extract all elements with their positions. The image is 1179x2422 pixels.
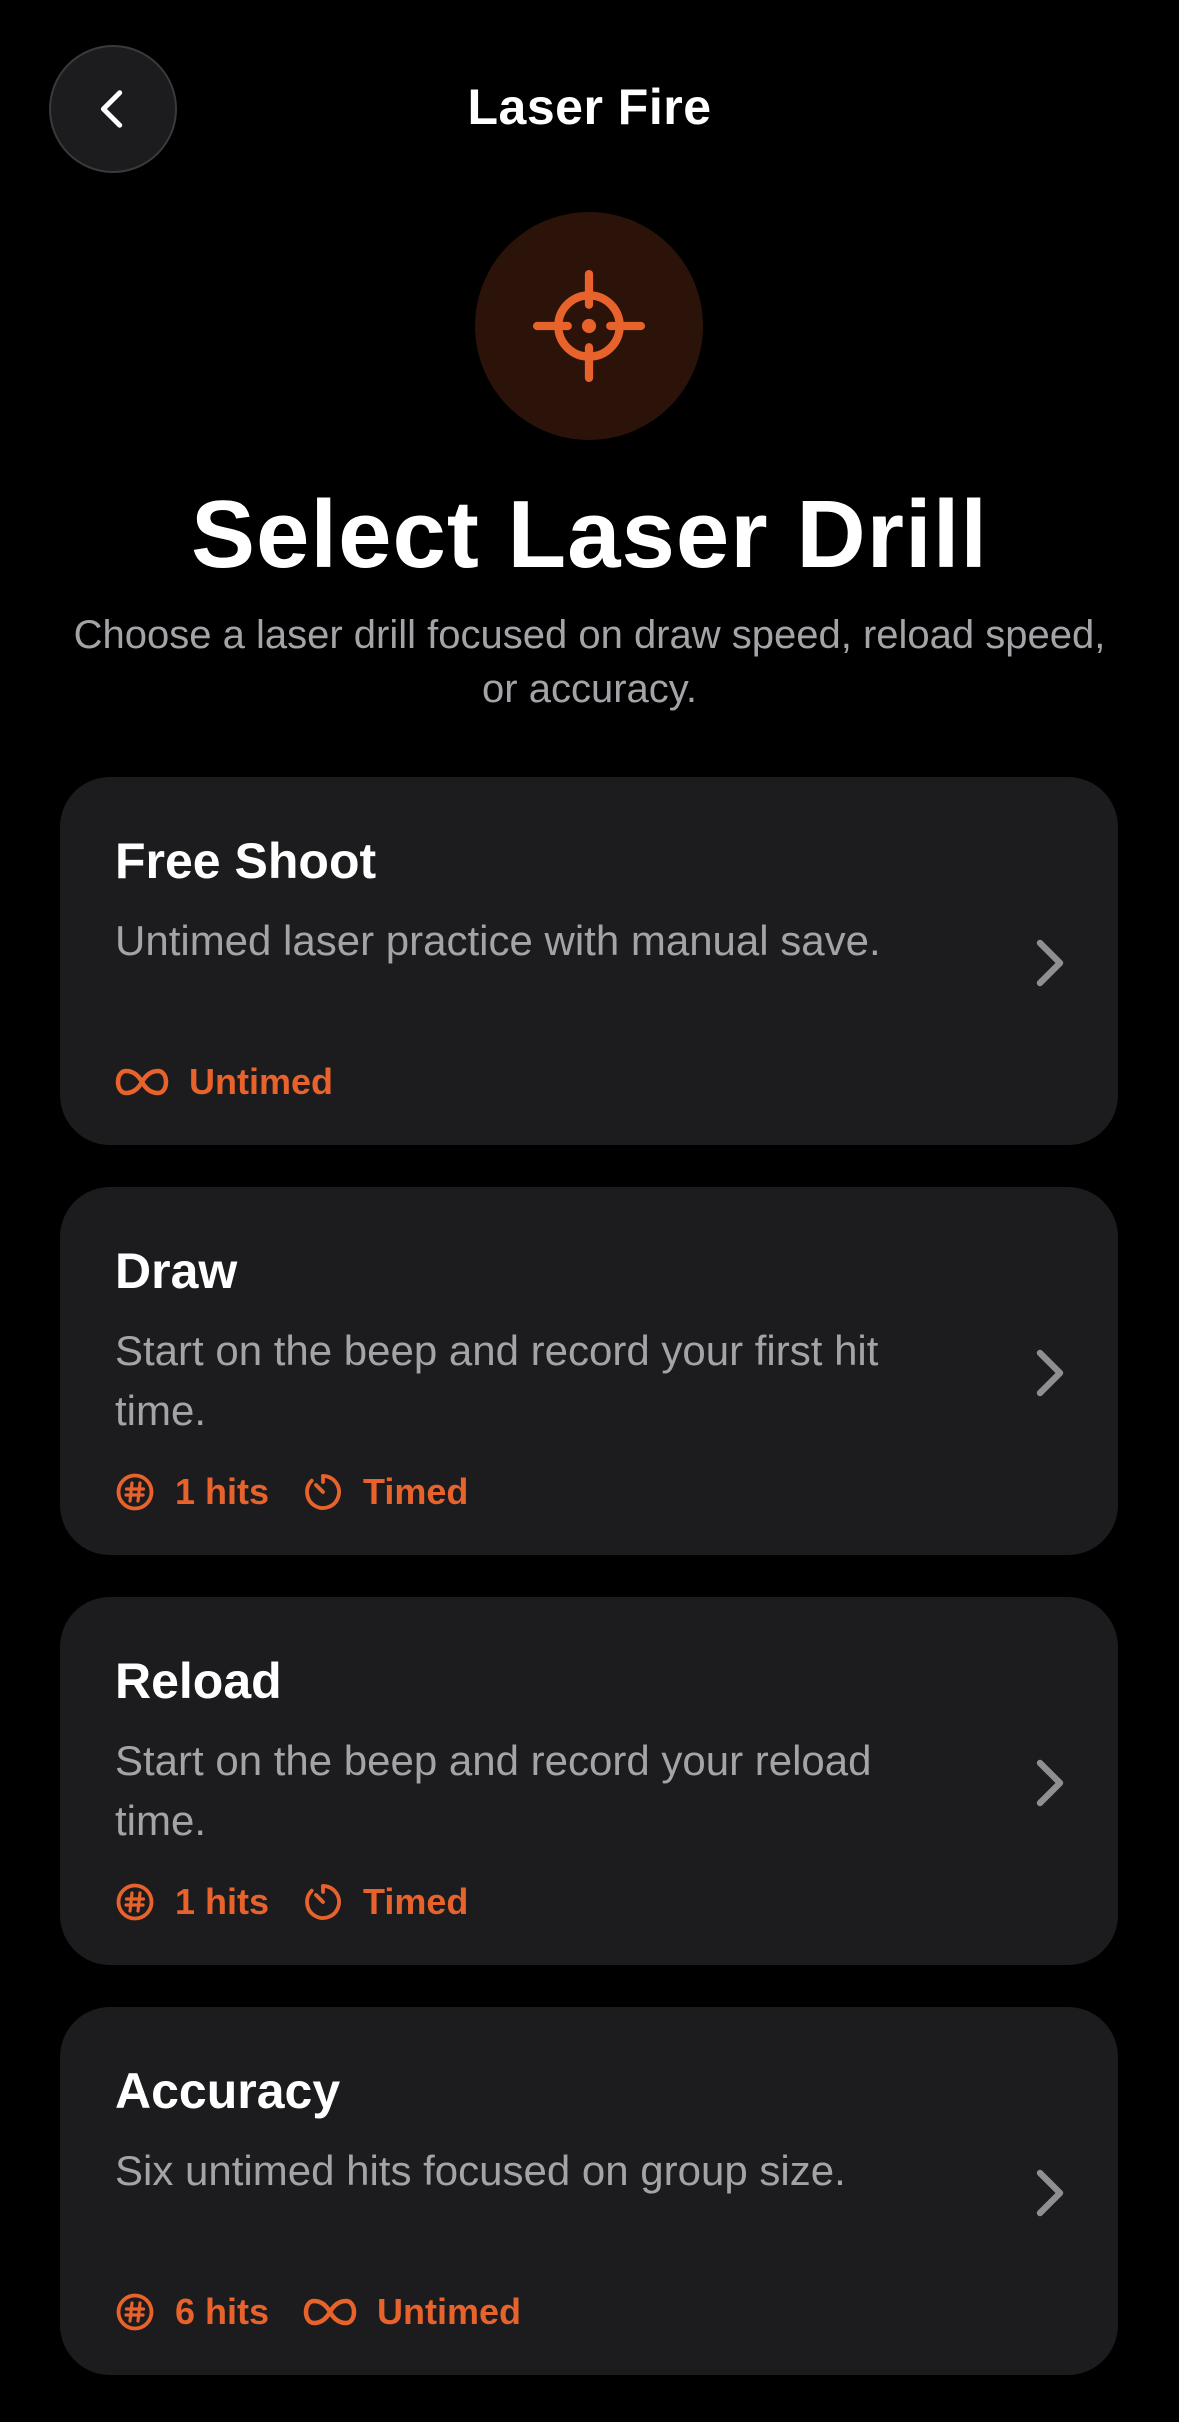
drill-title: Draw <box>115 1243 238 1299</box>
drill-meta-item: 1 hits <box>115 1471 269 1513</box>
drill-title: Free Shoot <box>115 833 377 889</box>
drill-meta: Untimed <box>115 1057 367 1107</box>
drill-description: Start on the beep and record your first … <box>115 1327 879 1434</box>
drill-meta-item: Timed <box>303 1471 468 1513</box>
page-subtitle: Choose a laser drill focused on draw spe… <box>73 613 1106 711</box>
hash-icon <box>115 2292 155 2332</box>
timer-icon <box>303 1472 343 1512</box>
drill-meta-item: Untimed <box>115 1061 333 1103</box>
drill-title: Reload <box>115 1653 282 1709</box>
chevron-right-icon <box>1036 1349 1064 1397</box>
drill-meta: 1 hits Timed <box>115 1467 502 1517</box>
drill-meta-item: Timed <box>303 1881 468 1923</box>
drill-meta-item: 6 hits <box>115 2291 269 2333</box>
hash-icon <box>115 1472 155 1512</box>
chevron-right-icon <box>1036 2169 1064 2217</box>
drill-description: Six untimed hits focused on group size. <box>115 2147 846 2194</box>
crosshair-icon <box>532 269 646 383</box>
hero-badge <box>475 212 703 440</box>
drill-card-free-shoot[interactable]: Free Shoot Untimed laser practice with ma… <box>60 777 1118 1145</box>
drill-meta-label: Timed <box>363 1881 469 1922</box>
drill-meta-label: 1 hits <box>175 1881 270 1922</box>
drill-meta-item: Untimed <box>303 2291 521 2333</box>
timer-icon <box>303 1882 343 1922</box>
chevron-right-icon <box>1036 939 1064 987</box>
nav-title: Laser Fire <box>467 79 712 135</box>
drill-description: Untimed laser practice with manual save. <box>115 917 881 964</box>
drill-title: Accuracy <box>115 2063 341 2119</box>
navigation-bar: Laser Fire <box>0 0 1179 220</box>
drill-meta-label: Timed <box>363 1471 469 1512</box>
infinity-icon <box>115 1067 169 1097</box>
drill-meta-label: 1 hits <box>175 1471 270 1512</box>
chevron-right-icon <box>1036 1759 1064 1807</box>
drill-card-draw[interactable]: Draw Start on the beep and record your fi… <box>60 1187 1118 1555</box>
drill-description: Start on the beep and record your reload… <box>115 1737 872 1844</box>
page-title: Select Laser Drill <box>190 481 989 588</box>
drill-card-reload[interactable]: Reload Start on the beep and record your … <box>60 1597 1118 1965</box>
infinity-icon <box>303 2297 357 2327</box>
drill-meta-label: 6 hits <box>175 2291 270 2332</box>
drill-meta-label: Untimed <box>189 1061 333 1102</box>
drill-meta-item: 1 hits <box>115 1881 269 1923</box>
hash-icon <box>115 1882 155 1922</box>
drill-meta: 6 hits Untimed <box>115 2287 555 2337</box>
drill-meta-label: Untimed <box>377 2291 522 2332</box>
drill-meta: 1 hits Timed <box>115 1877 502 1927</box>
drill-card-accuracy[interactable]: Accuracy Six untimed hits focused on grou… <box>60 2007 1118 2375</box>
